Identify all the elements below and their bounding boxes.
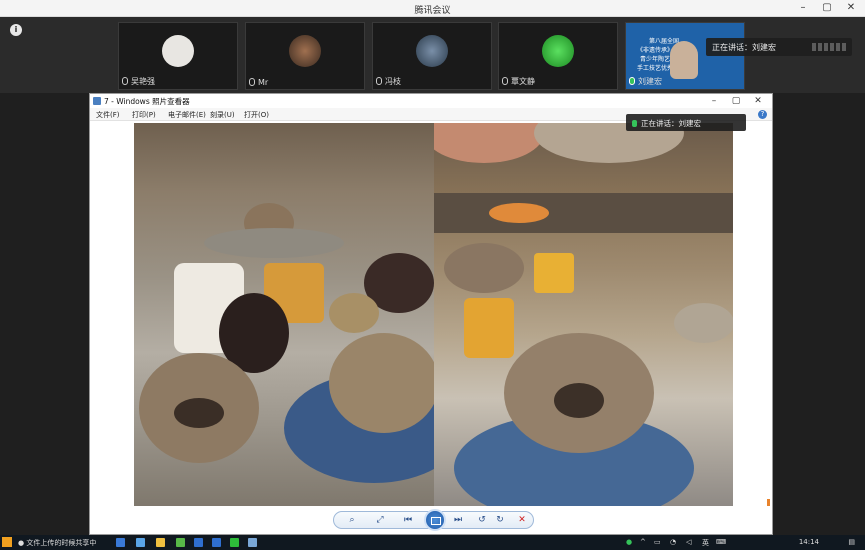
menu-email[interactable]: 电子邮件(E): [168, 110, 206, 120]
ime-indicator[interactable]: 英: [702, 538, 709, 548]
start-icon[interactable]: [2, 537, 12, 547]
meeting-app-icon[interactable]: [212, 538, 221, 547]
minimize-icon[interactable]: –: [706, 94, 722, 108]
avatar: [416, 35, 448, 67]
maximize-icon[interactable]: ▢: [819, 1, 835, 15]
viewer-speaking-banner: 正在讲话：刘建宏: [626, 114, 746, 131]
viewer-toolbar: ⌕ ⤢ ⏮ ⏭ ↺ ↻ ✕: [333, 509, 534, 531]
wechat-icon[interactable]: [230, 538, 239, 547]
participant-video: [670, 41, 698, 79]
participant-tile-active[interactable]: 第八届全国 《非遗传承》等教育 青少年陶艺与传统 手工技艺优秀交流会 刘建宏: [625, 22, 745, 90]
participant-name: 冯枝: [385, 77, 401, 86]
mic-on-icon: [629, 77, 635, 85]
audio-wave-icon: [812, 43, 846, 51]
keyboard-icon[interactable]: ⌨: [716, 538, 726, 546]
photo-viewer-icon[interactable]: [248, 538, 257, 547]
fit-window-icon[interactable]: ⤢: [372, 514, 388, 526]
app-icon[interactable]: [136, 538, 145, 547]
participant-tile[interactable]: 吴艳强: [118, 22, 238, 90]
participant-name: 刘建宏: [638, 77, 662, 86]
mic-muted-icon: [122, 77, 128, 85]
menu-burn[interactable]: 刻录(U): [210, 110, 235, 120]
zoom-icon[interactable]: ⌕: [344, 514, 360, 526]
rotate-right-icon[interactable]: ↻: [492, 514, 508, 526]
mic-muted-icon: [376, 77, 382, 85]
participant-name: Mr: [258, 78, 269, 87]
meeting-title-bar: 腾讯会议 – ▢ ✕: [0, 0, 865, 17]
photo-viewer-icon: [93, 97, 101, 105]
clock[interactable]: 14:14: [799, 538, 819, 546]
close-icon[interactable]: ✕: [750, 94, 766, 108]
slideshow-button[interactable]: [424, 509, 446, 531]
mic-tray-icon[interactable]: ●: [626, 538, 632, 546]
notification-icon[interactable]: ▤: [848, 538, 855, 546]
menu-open[interactable]: 打开(O): [244, 110, 269, 120]
taskbar-task[interactable]: ● 文件上传的时候共享中: [18, 538, 96, 548]
avatar: [289, 35, 321, 67]
app-icon[interactable]: [176, 538, 185, 547]
meeting-title: 腾讯会议: [414, 6, 451, 16]
app-icon[interactable]: [194, 538, 203, 547]
delete-icon[interactable]: ✕: [514, 514, 530, 526]
minimize-icon[interactable]: –: [795, 1, 811, 15]
avatar: [162, 35, 194, 67]
next-icon[interactable]: ⏭: [450, 514, 466, 526]
tray-arrow-icon[interactable]: ^: [640, 538, 646, 546]
maximize-icon[interactable]: ▢: [728, 94, 744, 108]
participant-video-strip: i 吴艳强 Mr 冯枝 覃文静 第八届全国 《非遗传承》等教育 青少年陶艺与传统…: [0, 17, 865, 93]
participant-tile[interactable]: 覃文静: [498, 22, 618, 90]
participant-tile[interactable]: Mr: [245, 22, 365, 90]
participant-name: 吴艳强: [131, 77, 155, 86]
volume-icon[interactable]: ◁: [686, 538, 691, 546]
menu-file[interactable]: 文件(F): [96, 110, 120, 120]
mic-muted-icon: [249, 78, 255, 86]
pottery-photo-left: [134, 123, 434, 506]
folder-icon[interactable]: [156, 538, 165, 547]
network-icon[interactable]: ▭: [654, 538, 661, 546]
rotate-left-icon[interactable]: ↺: [474, 514, 490, 526]
speaking-banner: 正在讲话：刘建宏: [706, 38, 852, 56]
avatar: [542, 35, 574, 67]
windows-taskbar: ● 文件上传的时候共享中 ● ^ ▭ ◔ ◁ 英 ⌨ 14:14 ▤: [0, 535, 865, 550]
photo-viewer-window: 7 - Windows 照片查看器 – ▢ ✕ 文件(F) 打印(P) 电子邮件…: [89, 93, 773, 535]
viewer-title: 7 - Windows 照片查看器: [104, 97, 190, 106]
help-icon[interactable]: ?: [758, 110, 767, 119]
close-icon[interactable]: ✕: [843, 1, 859, 15]
wifi-icon[interactable]: ◔: [670, 538, 676, 546]
mic-muted-icon: [502, 77, 508, 85]
previous-icon[interactable]: ⏮: [400, 514, 416, 526]
mic-on-icon: [632, 120, 637, 127]
menu-print[interactable]: 打印(P): [132, 110, 156, 120]
mic-icon: ●: [18, 539, 25, 547]
participant-tile[interactable]: 冯枝: [372, 22, 492, 90]
info-icon[interactable]: i: [10, 24, 22, 36]
app-icon[interactable]: [116, 538, 125, 547]
participant-name: 覃文静: [511, 77, 535, 86]
pottery-photo-right: [434, 123, 733, 506]
viewer-title-bar: 7 - Windows 照片查看器 – ▢ ✕: [90, 94, 772, 108]
